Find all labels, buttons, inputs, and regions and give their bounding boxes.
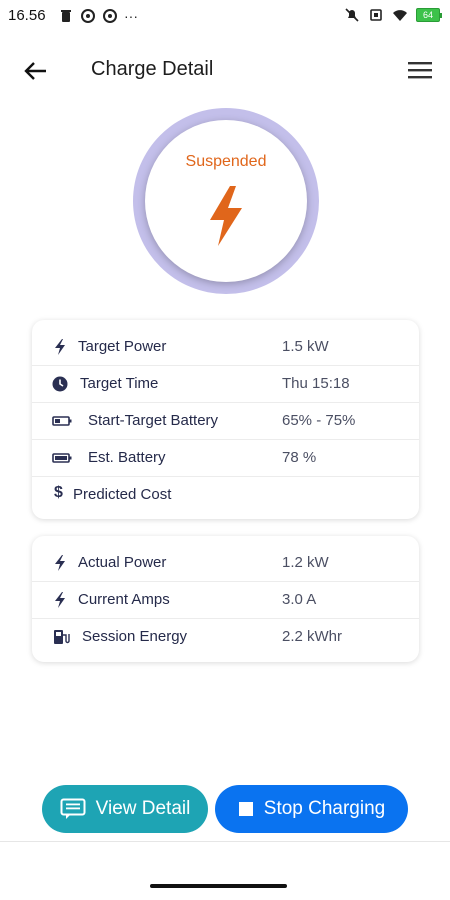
battery-level: 64	[416, 8, 440, 22]
charging-bolt-icon	[210, 186, 242, 246]
row-value: Thu 15:18	[282, 375, 350, 392]
bolt-icon	[55, 592, 65, 608]
charge-status-disc: Suspended	[145, 120, 307, 282]
charge-status-ring: Suspended	[133, 108, 319, 294]
battery-low-icon	[52, 416, 72, 426]
start-target-battery-row: Start-Target Battery 65% - 75%	[32, 402, 419, 440]
row-value: 3.0 A	[282, 591, 317, 608]
row-value: 1.2 kW	[282, 554, 329, 571]
clock-icon	[52, 376, 68, 392]
wifi-icon	[393, 10, 407, 21]
predicted-cost-row: $ Predicted Cost	[32, 476, 419, 513]
current-amps-row: Current Amps 3.0 A	[32, 581, 419, 619]
row-value: 65% - 75%	[282, 412, 356, 429]
row-label: Actual Power	[78, 554, 167, 571]
session-energy-row: Session Energy 2.2 kWhr	[32, 618, 419, 655]
trash-icon	[61, 10, 71, 22]
status-bar: 16.56 ··· 64	[0, 0, 450, 34]
row-label: Predicted Cost	[73, 486, 172, 503]
sync-icon	[103, 9, 117, 23]
sim-icon	[370, 9, 382, 21]
sync-icon	[81, 9, 95, 23]
target-time-row: Target Time Thu 15:18	[32, 365, 419, 403]
row-label: Current Amps	[78, 591, 170, 608]
more-notifications-dots: ···	[124, 8, 138, 24]
row-label: Est. Battery	[88, 449, 166, 466]
notification-icons: ···	[58, 8, 138, 24]
app-bar: Charge Detail	[0, 48, 450, 92]
menu-icon[interactable]	[406, 58, 434, 82]
view-detail-label: View Detail	[95, 798, 191, 819]
row-value: 1.5 kW	[282, 338, 329, 355]
est-battery-row: Est. Battery 78 %	[32, 439, 419, 477]
view-detail-button[interactable]: View Detail	[42, 785, 208, 833]
battery-icon: 64	[416, 8, 442, 22]
row-label: Session Energy	[82, 628, 188, 645]
actual-power-row: Actual Power 1.2 kW	[32, 544, 419, 582]
battery-full-icon	[52, 453, 72, 463]
stop-icon	[238, 802, 253, 816]
page-title: Charge Detail	[91, 58, 214, 80]
system-icons: 64	[344, 7, 442, 23]
stop-charging-label: Stop Charging	[263, 798, 386, 819]
ev-station-icon	[54, 630, 70, 644]
actual-info-card: Actual Power 1.2 kW Current Amps 3.0 A S…	[32, 536, 419, 662]
bottom-divider	[0, 841, 450, 842]
message-list-icon	[60, 798, 86, 819]
bolt-icon	[55, 555, 65, 571]
target-info-card: Target Power 1.5 kW Target Time Thu 15:1…	[32, 320, 419, 519]
home-indicator[interactable]	[150, 884, 287, 888]
row-label: Target Power	[78, 338, 167, 355]
row-label: Start-Target Battery	[88, 412, 219, 429]
row-value: 78 %	[282, 449, 317, 466]
target-power-row: Target Power 1.5 kW	[32, 328, 419, 366]
bolt-icon	[55, 339, 65, 355]
status-time: 16.56	[8, 7, 46, 24]
mute-icon	[345, 8, 359, 22]
row-value: 2.2 kWhr	[282, 628, 343, 645]
back-arrow-icon[interactable]	[20, 56, 50, 86]
dollar-icon: $	[54, 484, 63, 501]
row-label: Target Time	[80, 375, 159, 392]
charge-status-label: Suspended	[185, 153, 267, 170]
stop-charging-button[interactable]: Stop Charging	[215, 785, 408, 833]
